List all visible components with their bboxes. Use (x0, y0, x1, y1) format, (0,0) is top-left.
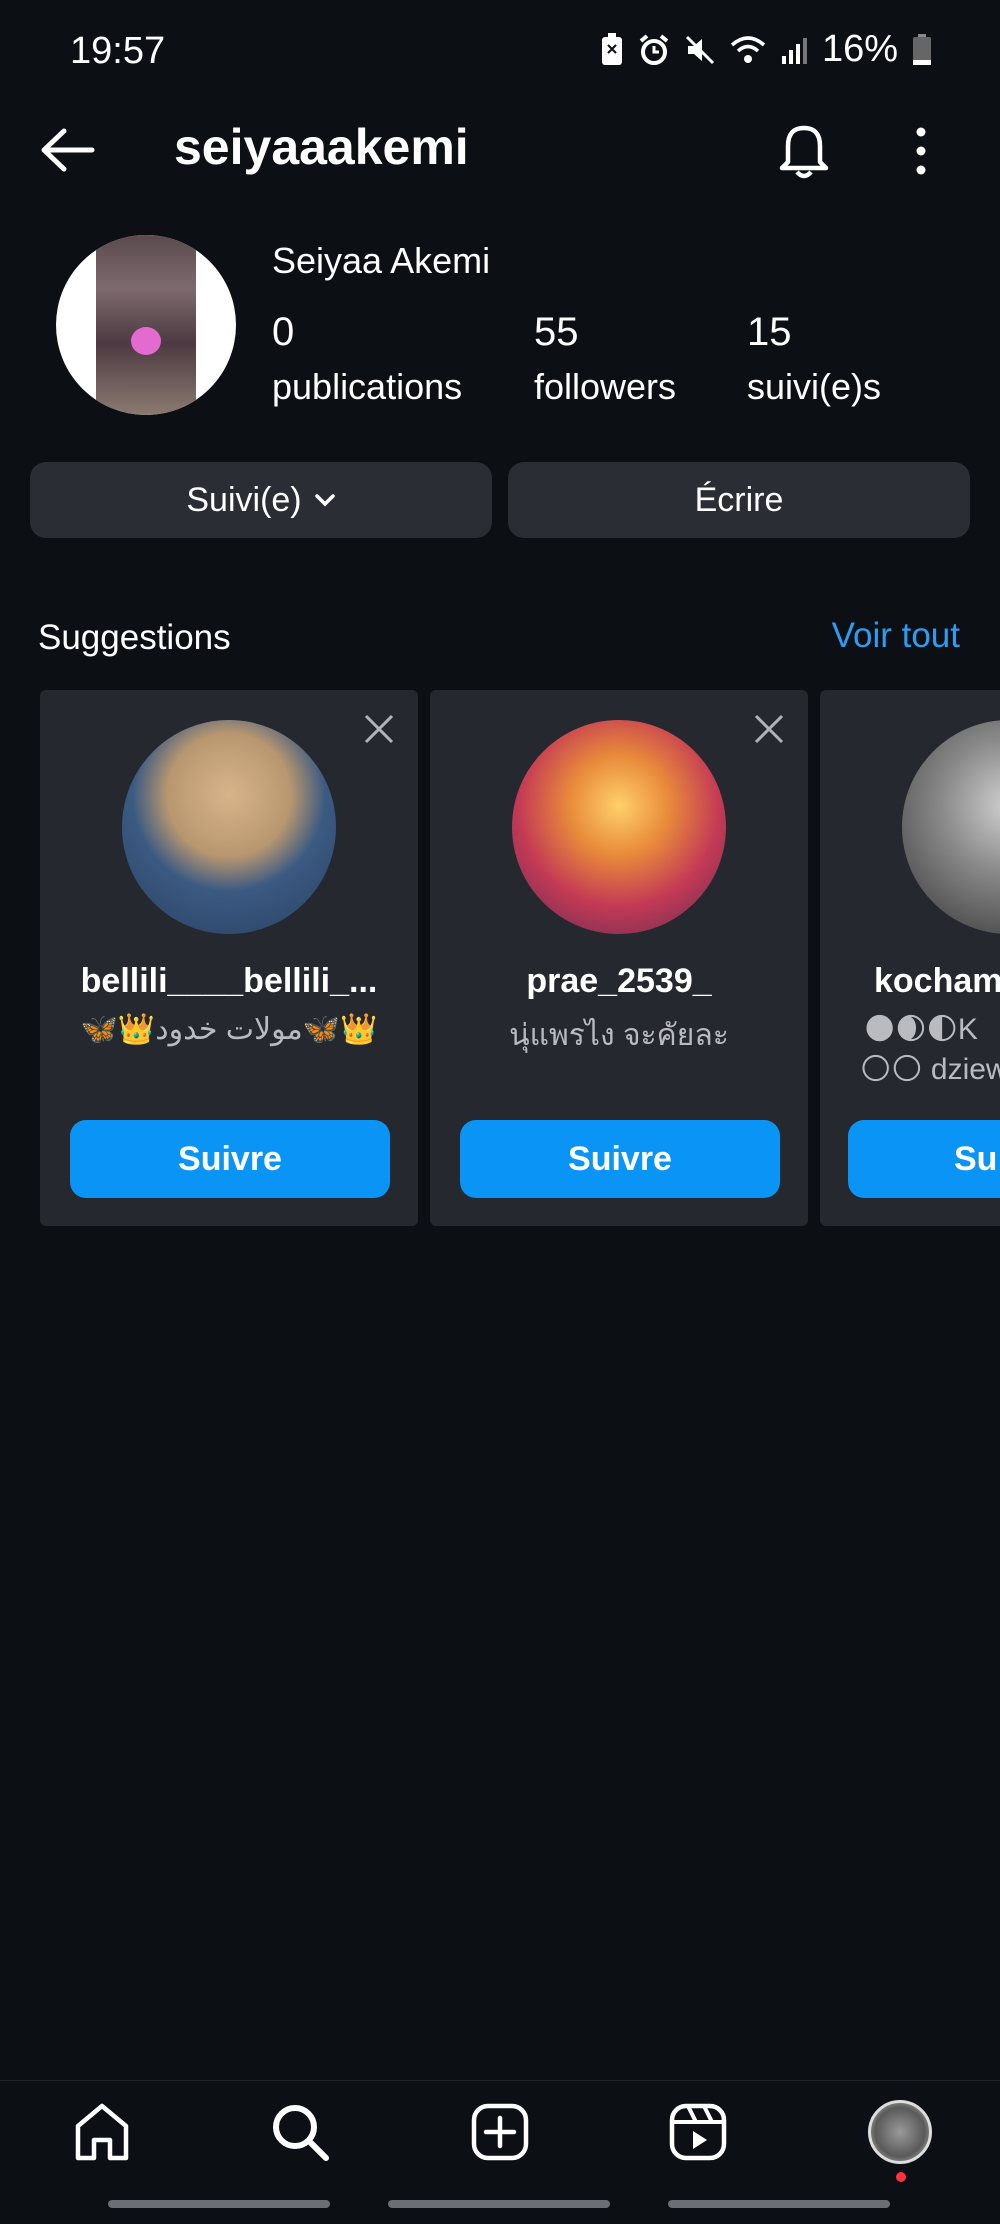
suggestion-card[interactable]: bellili____bellili_... 🦋👑مولات خدود🦋👑 Su… (40, 690, 418, 1226)
nav-gesture-bar (388, 2200, 610, 2208)
status-icons: 16% (600, 28, 932, 71)
more-options-icon[interactable] (906, 126, 936, 176)
close-icon[interactable] (362, 712, 396, 746)
suggestion-bio-line2: 🌕🌕 dziew (860, 1053, 1000, 1086)
suggestions-title: Suggestions (38, 618, 231, 657)
profile-avatar[interactable] (56, 235, 236, 415)
profile-username: seiyaaakemi (174, 119, 469, 175)
follow-button[interactable]: Suivre (460, 1120, 780, 1198)
profile-full-name: Seiyaa Akemi (272, 240, 491, 281)
suggestion-avatar[interactable] (512, 720, 726, 934)
back-arrow-icon[interactable] (38, 120, 98, 180)
nav-gesture-bar (108, 2200, 330, 2208)
follow-button[interactable]: Su (848, 1120, 1000, 1198)
chevron-down-icon (314, 494, 335, 507)
suggestion-username[interactable]: bellili____bellili_... (40, 962, 418, 1001)
create-icon[interactable] (468, 2100, 532, 2164)
publications-count[interactable]: 0 (272, 310, 294, 355)
reels-icon[interactable] (666, 2100, 730, 2164)
suggestion-card[interactable]: kocham 🌑🌒🌓K 🌕🌕 dziew Su (820, 690, 1000, 1226)
battery-percent: 16% (821, 28, 898, 70)
wifi-icon (730, 35, 766, 63)
suggestion-avatar[interactable] (122, 720, 336, 934)
alarm-icon (639, 33, 669, 65)
suggestion-bio: นุ่แพรไง จะคัยละ (509, 1019, 729, 1052)
suggestion-bio: 🦋👑مولات خدود🦋👑 (80, 1013, 378, 1046)
mute-icon (685, 35, 714, 64)
suggestion-card[interactable]: prae_2539_ นุ่แพรไง จะคัยละ Suivre (430, 690, 808, 1226)
following-label: Suivi(e) (186, 480, 302, 519)
status-time: 19:57 (70, 30, 166, 72)
suggestion-bio: 🌑🌒🌓K (864, 1013, 978, 1046)
close-icon[interactable] (752, 712, 786, 746)
signal-icon (781, 37, 807, 64)
following-count[interactable]: 15 (747, 310, 792, 355)
notification-dot (896, 2172, 906, 2182)
nav-gesture-bar (668, 2200, 890, 2208)
publications-label[interactable]: publications (272, 366, 462, 408)
search-icon[interactable] (268, 2100, 332, 2164)
home-icon[interactable] (70, 2100, 134, 2164)
suggestion-username[interactable]: prae_2539_ (430, 962, 808, 1001)
battery-saver-icon (601, 32, 622, 65)
message-button[interactable]: Écrire (508, 462, 970, 538)
notification-bell-icon[interactable] (774, 118, 834, 182)
followers-count[interactable]: 55 (534, 310, 579, 355)
suggestion-avatar[interactable] (902, 720, 1000, 934)
battery-icon (913, 33, 931, 65)
followers-label[interactable]: followers (534, 366, 676, 408)
suggestion-username[interactable]: kocham (874, 962, 1000, 1001)
following-label[interactable]: suivi(e)s (747, 366, 881, 408)
following-dropdown-button[interactable]: Suivi(e) (30, 462, 492, 538)
profile-tab-avatar[interactable] (868, 2100, 932, 2164)
follow-button[interactable]: Suivre (70, 1120, 390, 1198)
see-all-link[interactable]: Voir tout (832, 616, 960, 656)
